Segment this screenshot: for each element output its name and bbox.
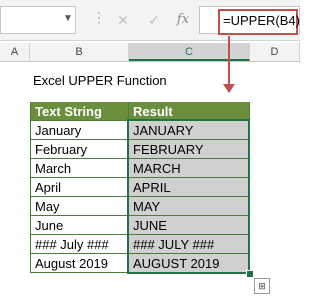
result-cell[interactable]: APRIL <box>129 178 250 197</box>
result-cell[interactable]: MARCH <box>129 159 250 178</box>
header-cell-text-string[interactable]: Text String <box>30 102 129 121</box>
text-cell[interactable]: ### July ### <box>30 235 129 254</box>
cancel-button[interactable]: ✕ <box>112 10 134 30</box>
table-row: January JANUARY <box>30 121 250 140</box>
column-header-a[interactable]: A <box>0 43 30 61</box>
result-cell[interactable]: ### JULY ### <box>129 235 250 254</box>
table-row: June JUNE <box>30 216 250 235</box>
formula-bar-grip-icon[interactable]: ⋮ <box>92 10 106 24</box>
table-row: ### July ### ### JULY ### <box>30 235 250 254</box>
result-cell[interactable]: JUNE <box>129 216 250 235</box>
sheet-title[interactable]: Excel UPPER Function <box>33 73 167 88</box>
formula-bar: ▼ ⋮ ✕ ✓ fx =UPPER(B4) <box>0 0 300 41</box>
annotation-arrow-head <box>223 84 235 93</box>
insert-function-button[interactable]: fx <box>172 10 194 30</box>
table-row: February FEBRUARY <box>30 140 250 159</box>
table-row: April APRIL <box>30 178 250 197</box>
header-cell-result[interactable]: Result <box>129 102 250 121</box>
column-header-c[interactable]: C <box>129 43 250 61</box>
enter-button[interactable]: ✓ <box>143 10 165 30</box>
result-cell[interactable]: MAY <box>129 197 250 216</box>
text-cell[interactable]: April <box>30 178 129 197</box>
text-cell[interactable]: February <box>30 140 129 159</box>
text-cell[interactable]: June <box>30 216 129 235</box>
table-row: May MAY <box>30 197 250 216</box>
column-header-b[interactable]: B <box>30 43 129 61</box>
result-cell[interactable]: JANUARY <box>129 121 250 140</box>
chevron-down-icon[interactable]: ▼ <box>63 13 73 24</box>
formula-text[interactable]: =UPPER(B4) <box>223 13 300 28</box>
text-cell[interactable]: August 2019 <box>30 254 129 273</box>
text-cell[interactable]: May <box>30 197 129 216</box>
table-header-row: Text String Result <box>30 102 250 121</box>
annotation-arrow <box>228 36 230 84</box>
column-header-d[interactable]: D <box>250 43 300 61</box>
text-cell[interactable]: March <box>30 159 129 178</box>
text-cell[interactable]: January <box>30 121 129 140</box>
column-headers: A B C D <box>0 43 300 62</box>
result-cell[interactable]: FEBRUARY <box>129 140 250 159</box>
quick-analysis-icon[interactable]: ⊞ <box>254 278 270 294</box>
table-row: March MARCH <box>30 159 250 178</box>
fill-handle[interactable] <box>246 270 254 278</box>
table-row: August 2019 AUGUST 2019 <box>30 254 250 273</box>
result-cell[interactable]: AUGUST 2019 <box>129 254 250 273</box>
